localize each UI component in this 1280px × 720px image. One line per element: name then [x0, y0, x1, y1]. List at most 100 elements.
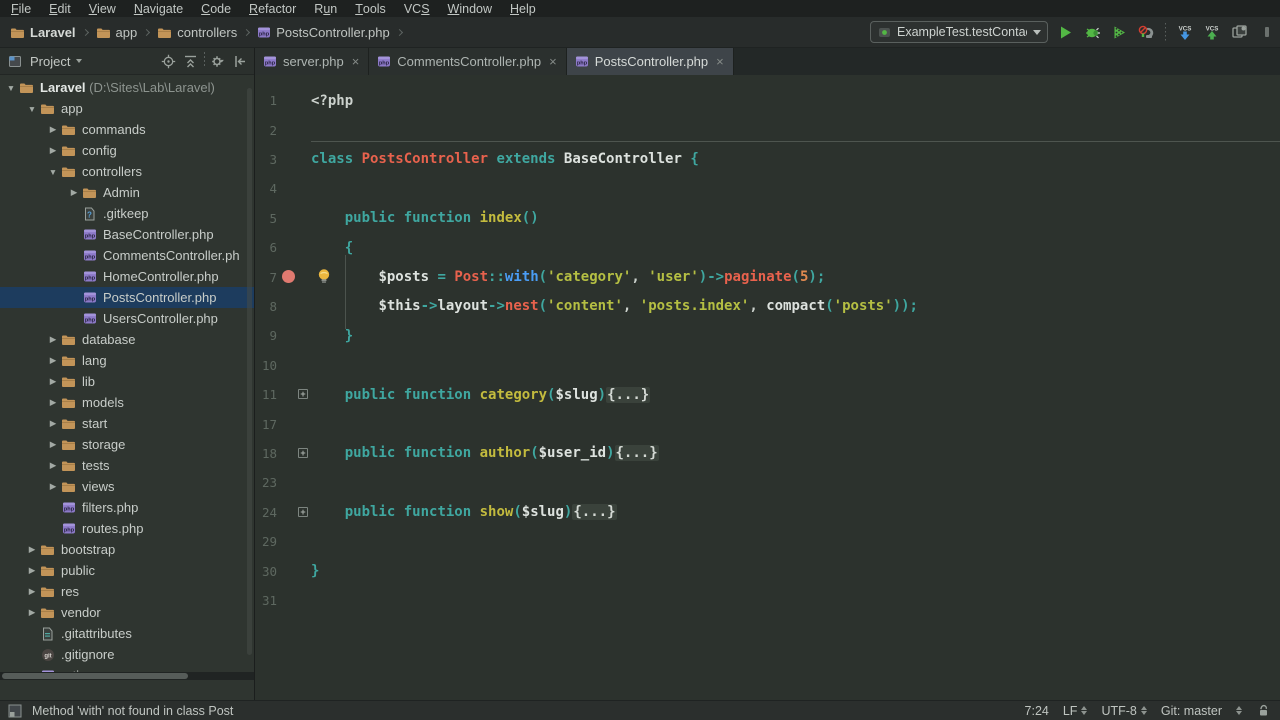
code-line-24[interactable]: 24+ public function show($slug){...}	[255, 498, 1280, 527]
tree-item-artisan[interactable]: phpartisan	[0, 665, 255, 672]
code-line-17[interactable]: 17	[255, 409, 1280, 438]
menu-run[interactable]: Run	[305, 0, 346, 17]
code-line-2[interactable]: 2	[255, 115, 1280, 144]
code-line-4[interactable]: 4	[255, 174, 1280, 203]
run-icon[interactable]	[1055, 22, 1075, 42]
gutter[interactable]: 31	[255, 586, 311, 615]
tree-item-controllers[interactable]: ▼controllers	[0, 161, 255, 182]
gutter[interactable]: 23	[255, 468, 311, 497]
gutter[interactable]: 30	[255, 556, 311, 585]
chevron-expanded-icon[interactable]: ▼	[25, 104, 39, 114]
tree-item-storage[interactable]: ▶storage	[0, 434, 255, 455]
code-line-1[interactable]: 1<?php	[255, 86, 1280, 115]
chevron-collapsed-icon[interactable]: ▶	[25, 607, 39, 618]
menu-view[interactable]: View	[80, 0, 125, 17]
gutter[interactable]: 17	[255, 409, 311, 438]
chevron-expanded-icon[interactable]: ▼	[4, 83, 18, 93]
breadcrumb-item[interactable]: controllers	[157, 25, 237, 40]
code-editor[interactable]: 1<?php23class PostsController extends Ba…	[255, 75, 1280, 700]
tree-item-admin[interactable]: ▶Admin	[0, 182, 255, 203]
chevron-down-icon[interactable]	[76, 59, 82, 63]
tree-item-userscontroller-php[interactable]: phpUsersController.php	[0, 308, 255, 329]
vcs-update-icon[interactable]: VCS	[1175, 22, 1195, 42]
encoding-select[interactable]: UTF-8	[1101, 704, 1146, 718]
gear-icon[interactable]	[209, 52, 228, 71]
menu-code[interactable]: Code	[192, 0, 240, 17]
breadcrumb-item[interactable]: phpPostsController.php	[257, 25, 389, 40]
tree-item-vendor[interactable]: ▶vendor	[0, 602, 255, 623]
tree-item-app[interactable]: ▼app	[0, 98, 255, 119]
tree-item-lang[interactable]: ▶lang	[0, 350, 255, 371]
tree-item-models[interactable]: ▶models	[0, 392, 255, 413]
chevron-collapsed-icon[interactable]: ▶	[25, 544, 39, 555]
gutter[interactable]: 29	[255, 527, 311, 556]
code-line-3[interactable]: 3class PostsController extends BaseContr…	[255, 145, 1280, 174]
tree-item-laravel[interactable]: ▼Laravel (D:\Sites\Lab\Laravel)	[0, 77, 255, 98]
tool-window-toggle-icon[interactable]	[7, 703, 22, 718]
gutter[interactable]: 4	[255, 174, 311, 203]
code-line-5[interactable]: 5 public function index()	[255, 204, 1280, 233]
panel-horizontal-scrollbar[interactable]	[0, 672, 255, 680]
gutter[interactable]: 8	[255, 292, 311, 321]
caret-position[interactable]: 7:24	[1025, 704, 1049, 718]
gutter[interactable]: 5	[255, 204, 311, 233]
gutter[interactable]: 3	[255, 145, 311, 174]
chevron-collapsed-icon[interactable]: ▶	[25, 586, 39, 597]
chevron-collapsed-icon[interactable]: ▶	[46, 460, 60, 471]
tree-item--gitignore[interactable]: git.gitignore	[0, 644, 255, 665]
tree-item-filters-php[interactable]: phpfilters.php	[0, 497, 255, 518]
tree-item--gitkeep[interactable]: ?.gitkeep	[0, 203, 255, 224]
gutter[interactable]: 11+	[255, 380, 311, 409]
lock-icon[interactable]	[1256, 704, 1270, 718]
menu-help[interactable]: Help	[501, 0, 545, 17]
menu-file[interactable]: File	[2, 0, 40, 17]
tree-item-database[interactable]: ▶database	[0, 329, 255, 350]
tree-item-commentscontroller-ph[interactable]: phpCommentsController.ph	[0, 245, 255, 266]
code-line-23[interactable]: 23	[255, 468, 1280, 497]
collapse-all-icon[interactable]	[181, 52, 200, 71]
code-line-7[interactable]: 7 $posts = Post::with('category', 'user'…	[255, 262, 1280, 291]
chevron-collapsed-icon[interactable]: ▶	[46, 439, 60, 450]
code-line-11[interactable]: 11+ public function category($slug){...}	[255, 380, 1280, 409]
coverage-icon[interactable]	[1109, 22, 1129, 42]
tree-item-routes-php[interactable]: phproutes.php	[0, 518, 255, 539]
line-separator-select[interactable]: LF	[1063, 704, 1088, 718]
panel-vertical-scrollbar[interactable]	[247, 88, 252, 655]
chevron-collapsed-icon[interactable]: ▶	[46, 145, 60, 156]
hide-panel-icon[interactable]	[231, 52, 250, 71]
chevron-collapsed-icon[interactable]: ▶	[46, 355, 60, 366]
tree-item-start[interactable]: ▶start	[0, 413, 255, 434]
chevron-collapsed-icon[interactable]: ▶	[25, 565, 39, 576]
code-line-18[interactable]: 18+ public function author($user_id){...…	[255, 439, 1280, 468]
chevron-collapsed-icon[interactable]: ▶	[46, 481, 60, 492]
locate-icon[interactable]	[159, 52, 178, 71]
tree-item-basecontroller-php[interactable]: phpBaseController.php	[0, 224, 255, 245]
tree-item-lib[interactable]: ▶lib	[0, 371, 255, 392]
debug-icon[interactable]	[1082, 22, 1102, 42]
chevron-collapsed-icon[interactable]: ▶	[46, 418, 60, 429]
gutter[interactable]: 24+	[255, 498, 311, 527]
close-icon[interactable]: ×	[352, 54, 360, 69]
breadcrumb-item[interactable]: app	[96, 25, 138, 40]
menu-navigate[interactable]: Navigate	[125, 0, 192, 17]
chevron-collapsed-icon[interactable]: ▶	[46, 334, 60, 345]
run-configuration-select[interactable]: ExampleTest.testContact	[870, 21, 1048, 43]
tree-item-postscontroller-php[interactable]: phpPostsController.php	[0, 287, 255, 308]
breadcrumb-item[interactable]: Laravel	[10, 25, 76, 40]
gutter[interactable]: 2	[255, 115, 311, 144]
fold-expand-icon[interactable]: +	[298, 507, 308, 517]
menu-tools[interactable]: Tools	[346, 0, 395, 17]
code-line-6[interactable]: 6 {	[255, 233, 1280, 262]
code-line-10[interactable]: 10	[255, 351, 1280, 380]
code-line-8[interactable]: 8 $this->layout->nest('content', 'posts.…	[255, 292, 1280, 321]
chevron-collapsed-icon[interactable]: ▶	[46, 397, 60, 408]
gutter[interactable]: 18+	[255, 439, 311, 468]
tree-item--gitattributes[interactable]: .gitattributes	[0, 623, 255, 644]
chevron-collapsed-icon[interactable]: ▶	[46, 124, 60, 135]
tree-item-config[interactable]: ▶config	[0, 140, 255, 161]
chevron-expanded-icon[interactable]: ▼	[46, 167, 60, 177]
menu-vcs[interactable]: VCS	[395, 0, 439, 17]
chevron-collapsed-icon[interactable]: ▶	[46, 376, 60, 387]
fold-expand-icon[interactable]: +	[298, 448, 308, 458]
code-line-29[interactable]: 29	[255, 527, 1280, 556]
